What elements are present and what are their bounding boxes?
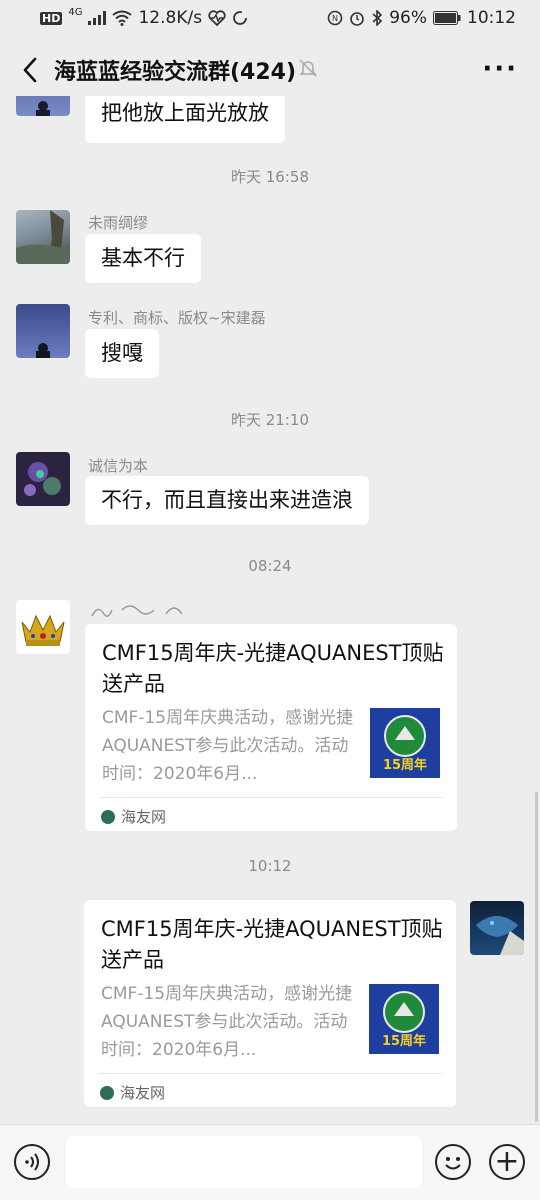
input-bar: + <box>0 1124 540 1200</box>
link-card-description: CMF-15周年庆典活动，感谢光捷AQUANEST参与此次活动。活动时间：202… <box>101 984 353 1060</box>
svg-text:N: N <box>332 14 338 23</box>
avatar[interactable] <box>16 452 70 506</box>
timestamp: 10:12 <box>248 857 292 875</box>
network-badge: HD <box>40 11 63 25</box>
message-list[interactable]: 把他放上面光放放 昨天 16:58 未雨绸缪 基本不行 专利、商标、版权~宋建磊… <box>0 96 540 1124</box>
more-horizontal-icon: ··· <box>482 54 518 84</box>
signal-icon <box>88 11 107 25</box>
bluetooth-icon <box>372 10 383 26</box>
wifi-icon <box>112 10 133 26</box>
plus-button[interactable]: + <box>489 1144 525 1180</box>
voice-button[interactable] <box>14 1144 50 1180</box>
voice-icon <box>25 1153 39 1171</box>
heart-rate-icon <box>208 10 226 26</box>
sender-name-decor <box>91 605 183 617</box>
link-card-source: 海友网 <box>100 1082 165 1103</box>
link-card[interactable]: CMF15周年庆-光捷AQUANEST顶贴送产品 CMF-15周年庆典活动，感谢… <box>85 624 457 831</box>
site-logo-icon <box>101 809 115 824</box>
sender-name: 未雨绸缪 <box>88 214 149 232</box>
link-card-description: CMF-15周年庆典活动，感谢光捷AQUANEST参与此次活动。活动时间：202… <box>102 708 354 784</box>
link-card-source: 海友网 <box>101 806 166 827</box>
thumb-text: 15周年 <box>383 757 427 773</box>
message-bubble[interactable]: 把他放上面光放放 <box>85 96 285 143</box>
chevron-left-icon <box>23 57 37 83</box>
alarm-icon <box>350 12 365 26</box>
avatar[interactable] <box>16 210 70 264</box>
bell-off-icon <box>298 58 318 82</box>
timestamp: 昨天 21:10 <box>231 411 309 429</box>
message-bubble[interactable]: 基本不行 <box>85 234 201 284</box>
battery-percent: 96% <box>389 8 427 28</box>
timestamp: 08:24 <box>248 557 292 575</box>
sync-icon <box>233 11 247 25</box>
link-card-title: CMF15周年庆-光捷AQUANEST顶贴送产品 <box>101 917 443 972</box>
battery-icon <box>433 11 461 25</box>
status-time: 10:12 <box>467 8 516 28</box>
crown-icon <box>21 614 65 646</box>
link-card[interactable]: CMF15周年庆-光捷AQUANEST顶贴送产品 CMF-15周年庆典活动，感谢… <box>84 900 456 1107</box>
more-button[interactable]: ··· <box>482 54 518 84</box>
plus-icon: + <box>494 1144 520 1179</box>
avatar[interactable] <box>16 304 70 358</box>
nfc-icon: N <box>327 10 343 26</box>
network-speed: 12.8K/s <box>138 8 203 28</box>
site-logo-icon <box>100 1085 114 1100</box>
back-button[interactable] <box>14 52 46 88</box>
message-bubble[interactable]: 不行，而且直接出来进造浪 <box>85 476 369 526</box>
chat-title: 海蓝蓝经验交流群(424) <box>54 60 297 85</box>
chat-header: 海蓝蓝经验交流群(424) ··· <box>0 44 540 96</box>
timestamp: 昨天 16:58 <box>231 168 309 186</box>
message-bubble[interactable]: 搜嘎 <box>85 329 159 379</box>
network-type: 4G <box>68 6 83 18</box>
status-bar: HD 4G 12.8K/s N 96% 10:12 <box>0 0 540 36</box>
link-card-thumbnail: 15周年 <box>370 708 440 778</box>
sender-name: 专利、商标、版权~宋建磊 <box>88 309 266 327</box>
emoji-icon <box>445 1157 461 1170</box>
link-card-thumbnail: 15周年 <box>369 984 439 1054</box>
avatar[interactable] <box>16 96 70 116</box>
emoji-button[interactable] <box>435 1144 471 1180</box>
message-input[interactable] <box>66 1136 422 1188</box>
sender-name: 诚信为本 <box>88 457 149 475</box>
avatar[interactable] <box>16 600 70 654</box>
thumb-text: 15周年 <box>382 1033 426 1049</box>
link-card-title: CMF15周年庆-光捷AQUANEST顶贴送产品 <box>102 641 444 696</box>
scrollbar[interactable] <box>535 792 538 1122</box>
my-avatar[interactable] <box>470 901 524 955</box>
